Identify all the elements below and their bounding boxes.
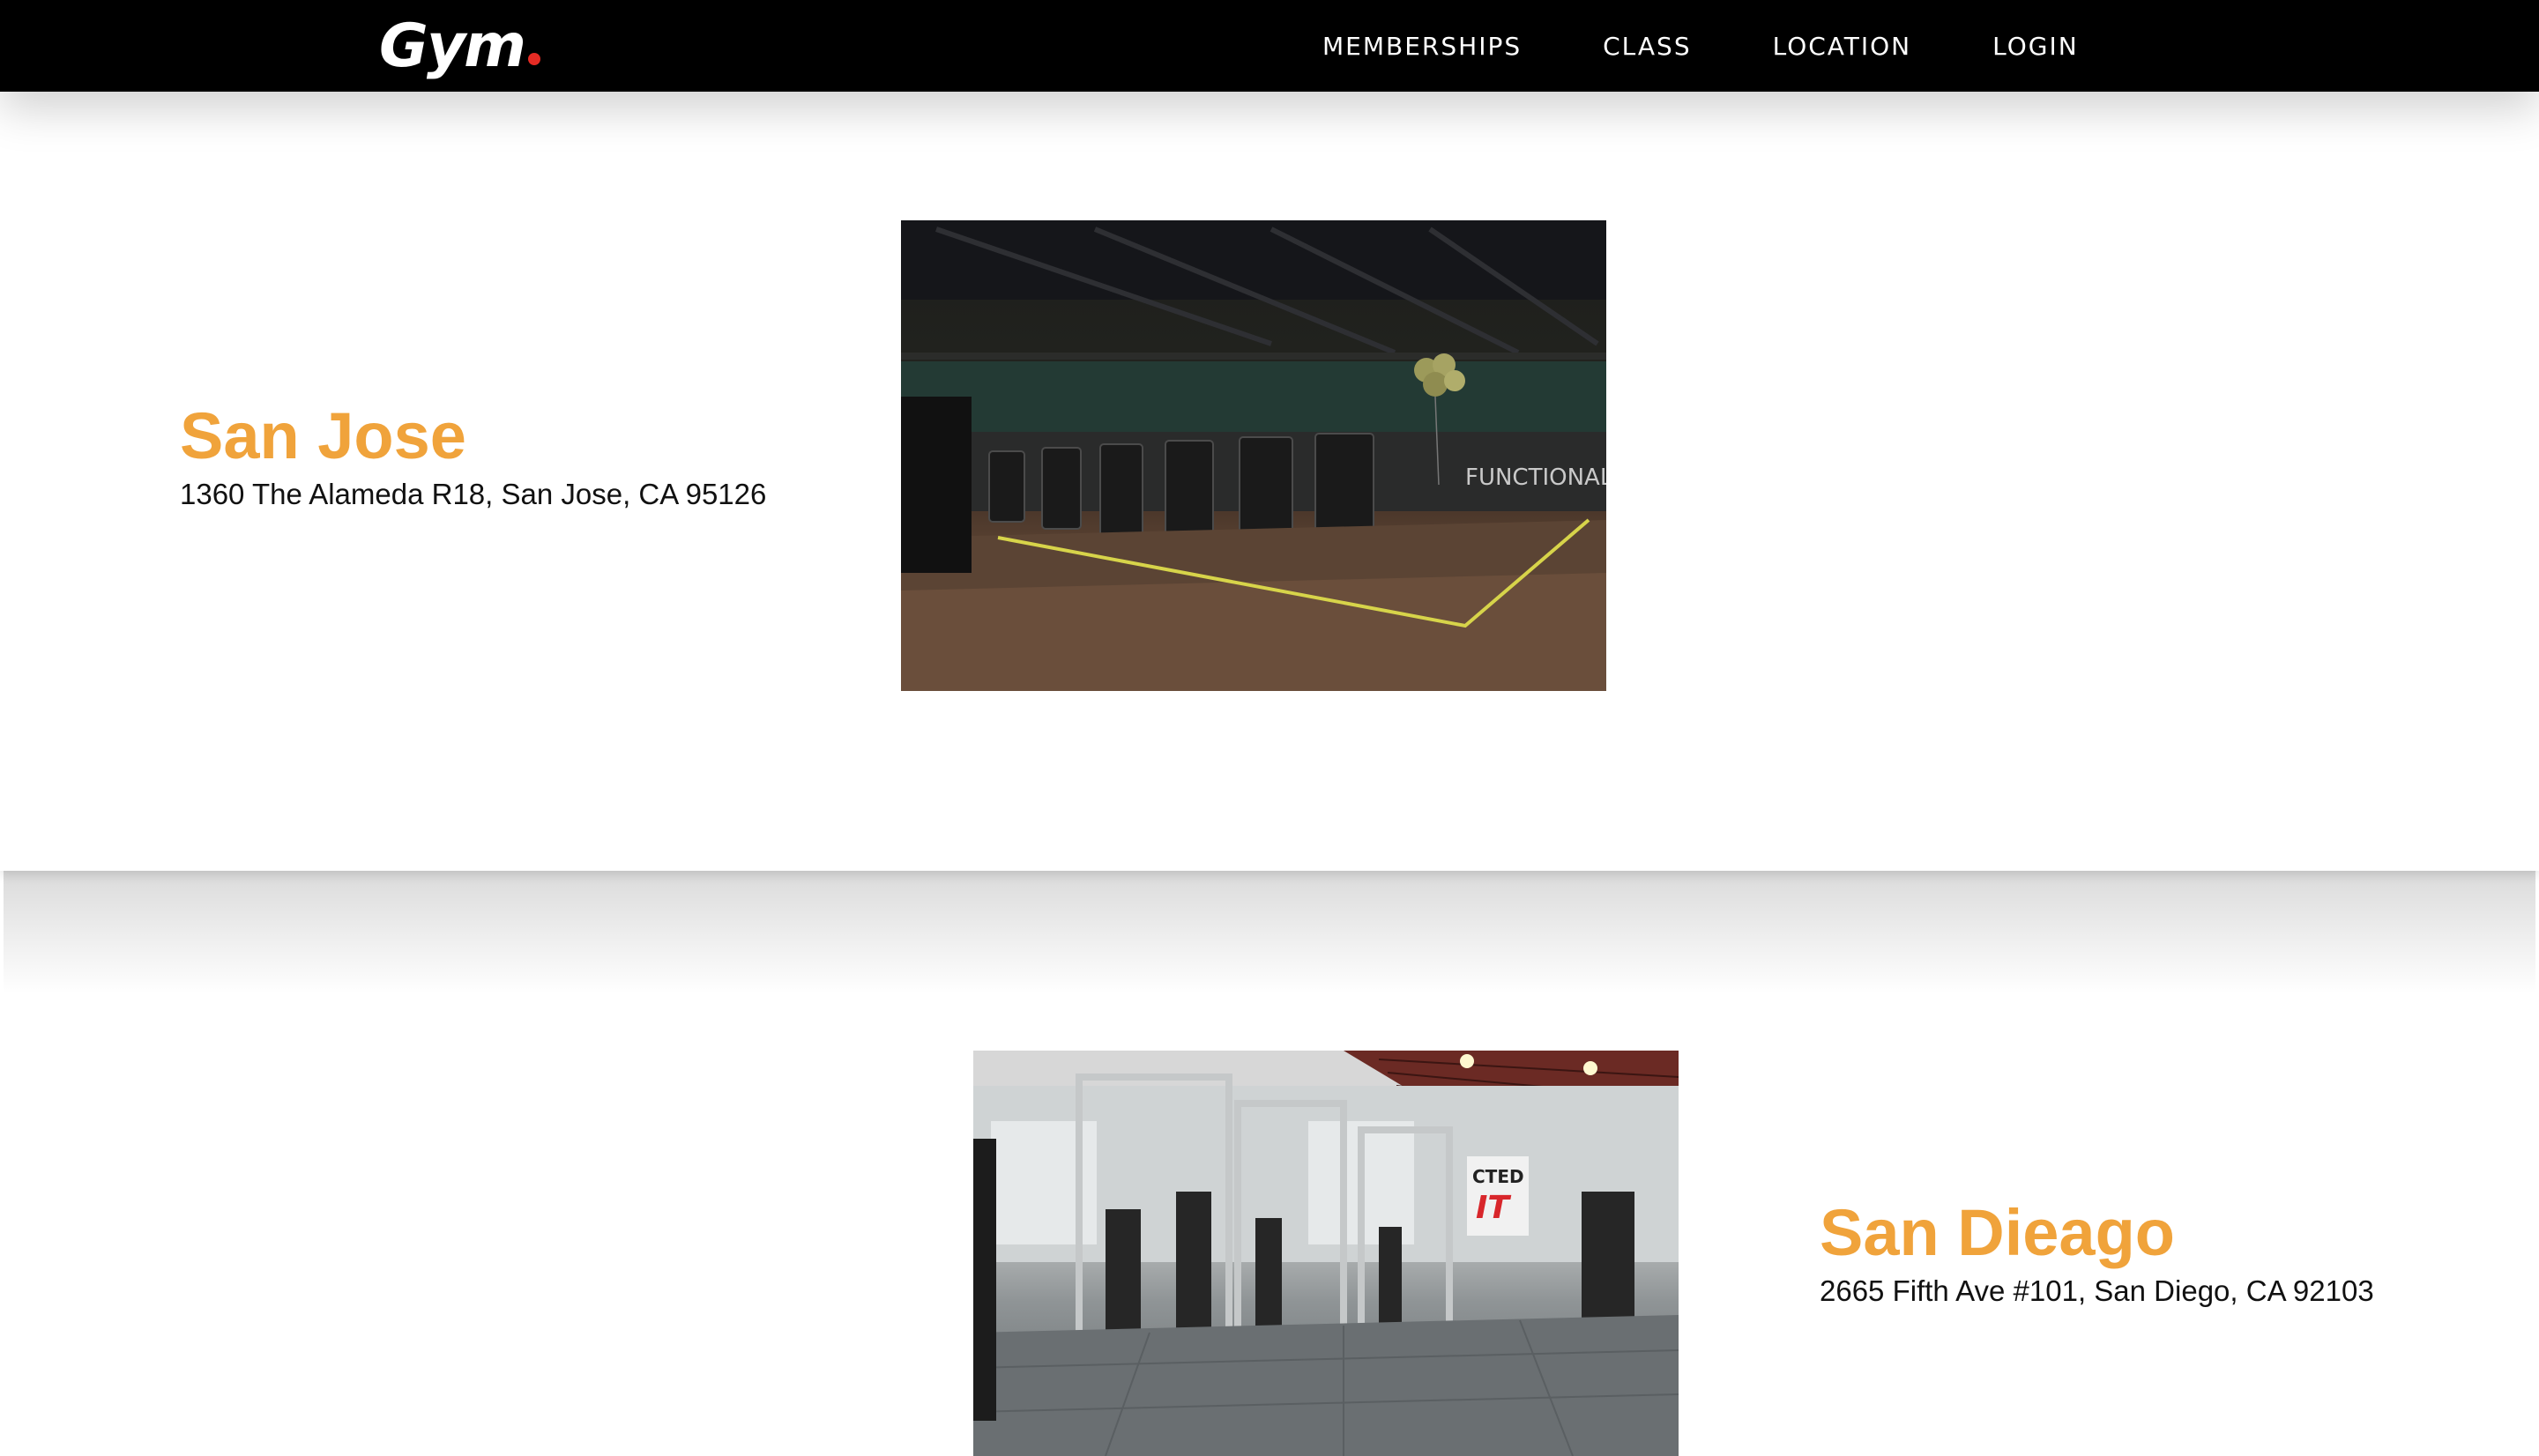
- nav-link-class[interactable]: CLASS: [1603, 32, 1692, 61]
- gym-photo-illustration: FUNCTIONAL: [901, 220, 1606, 691]
- location-card-san-diego: CTED IT San Dieago 2665 Fifth Ave #101, …: [0, 871, 2539, 1456]
- location-photo-san-diego: CTED IT: [973, 1051, 1679, 1456]
- nav-link-location[interactable]: LOCATION: [1773, 32, 1912, 61]
- svg-text:CTED: CTED: [1472, 1166, 1524, 1187]
- location-photo-san-jose: FUNCTIONAL: [901, 220, 1606, 691]
- location-card-san-jose: San Jose 1360 The Alameda R18, San Jose,…: [0, 92, 2539, 871]
- nav-link-login[interactable]: LOGIN: [1992, 32, 2079, 61]
- location-address: 2665 Fifth Ave #101, San Diego, CA 92103: [1820, 1274, 2374, 1307]
- logo-text: Gym: [379, 11, 526, 81]
- location-address: 1360 The Alameda R18, San Jose, CA 95126: [180, 478, 767, 510]
- location-name: San Jose: [180, 399, 466, 472]
- svg-text:FUNCTIONAL: FUNCTIONAL: [1465, 464, 1606, 491]
- main-nav: MEMBERSHIPS CLASS LOCATION LOGIN: [1322, 0, 2079, 92]
- nav-link-memberships[interactable]: MEMBERSHIPS: [1322, 32, 1522, 61]
- svg-text:IT: IT: [1476, 1190, 1511, 1226]
- gym-photo-illustration: CTED IT: [973, 1051, 1679, 1456]
- section-divider-shadow: [4, 871, 2535, 994]
- top-navbar: Gym MEMBERSHIPS CLASS LOCATION LOGIN: [0, 0, 2539, 92]
- logo-dot-icon: [528, 53, 540, 65]
- gym-logo[interactable]: Gym: [379, 7, 540, 85]
- location-name: San Dieago: [1820, 1196, 2175, 1269]
